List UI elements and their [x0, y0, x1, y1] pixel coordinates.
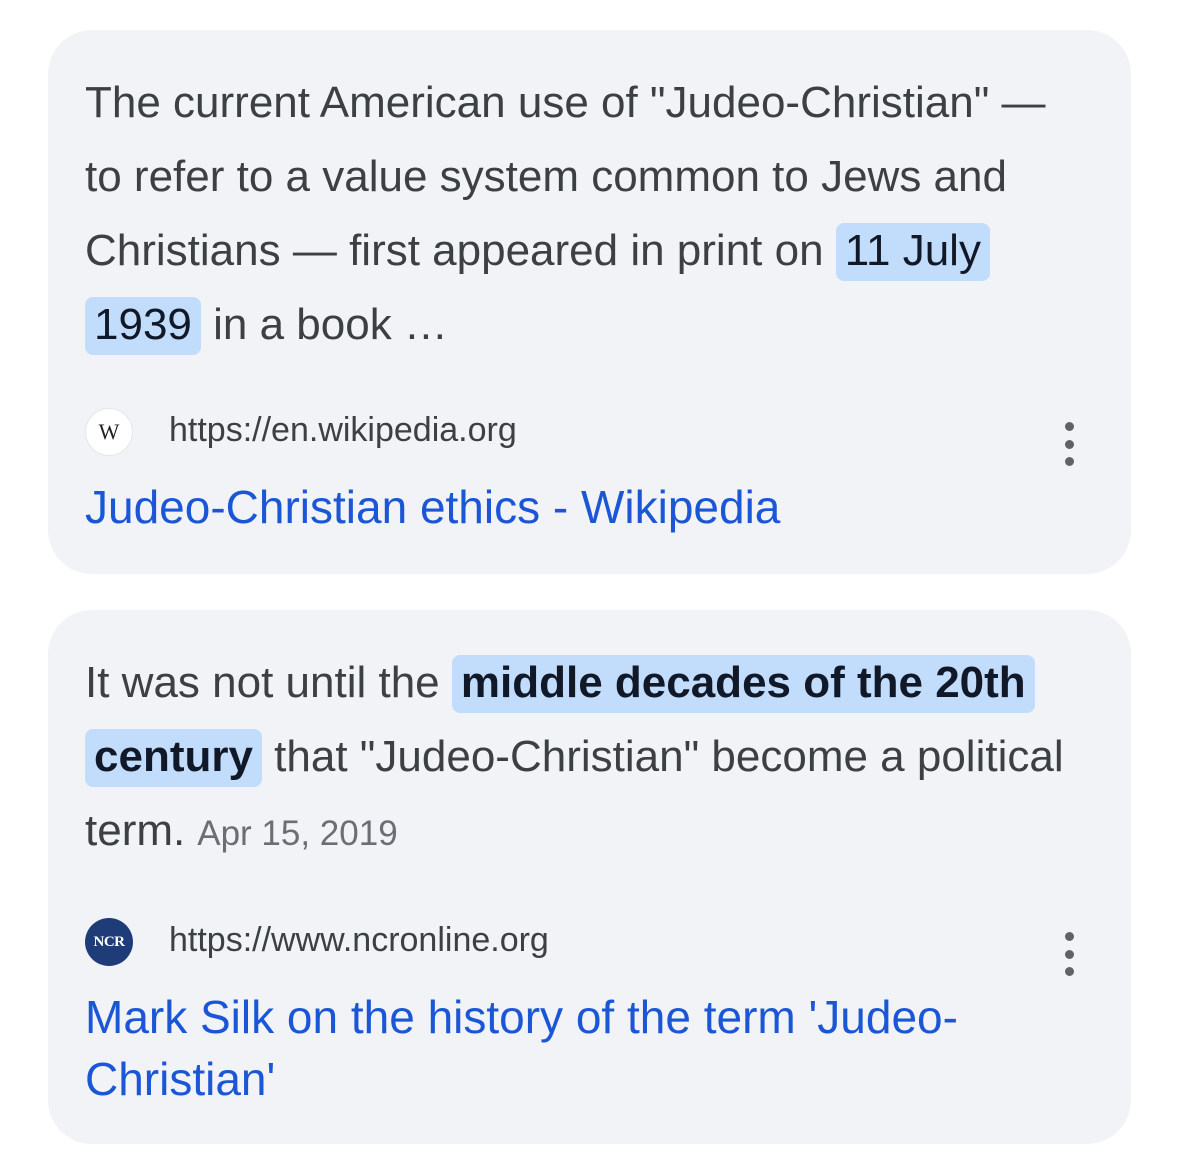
ncr-favicon-icon: NCR — [85, 918, 133, 966]
more-options-icon[interactable] — [1059, 932, 1079, 976]
result-title-link[interactable]: Judeo-Christian ethics - Wikipedia — [85, 476, 1071, 538]
source-url[interactable]: https://www.ncronline.org — [169, 920, 549, 960]
result-title-link[interactable]: Mark Silk on the history of the term 'Ju… — [85, 986, 1071, 1110]
search-result-card[interactable]: It was not until the middle decades of t… — [48, 610, 1131, 1144]
result-snippet: It was not until the middle decades of t… — [85, 646, 1081, 871]
source-url[interactable]: https://en.wikipedia.org — [169, 410, 517, 450]
result-snippet: The current American use of "Judeo-Chris… — [85, 66, 1081, 362]
snippet-text: It was not until the — [85, 658, 452, 707]
wikipedia-favicon-icon: W — [85, 408, 133, 456]
more-options-icon[interactable] — [1059, 422, 1079, 466]
snippet-text: in a book … — [200, 300, 448, 349]
search-result-card[interactable]: The current American use of "Judeo-Chris… — [48, 30, 1131, 574]
result-date: Apr 15, 2019 — [197, 814, 398, 853]
